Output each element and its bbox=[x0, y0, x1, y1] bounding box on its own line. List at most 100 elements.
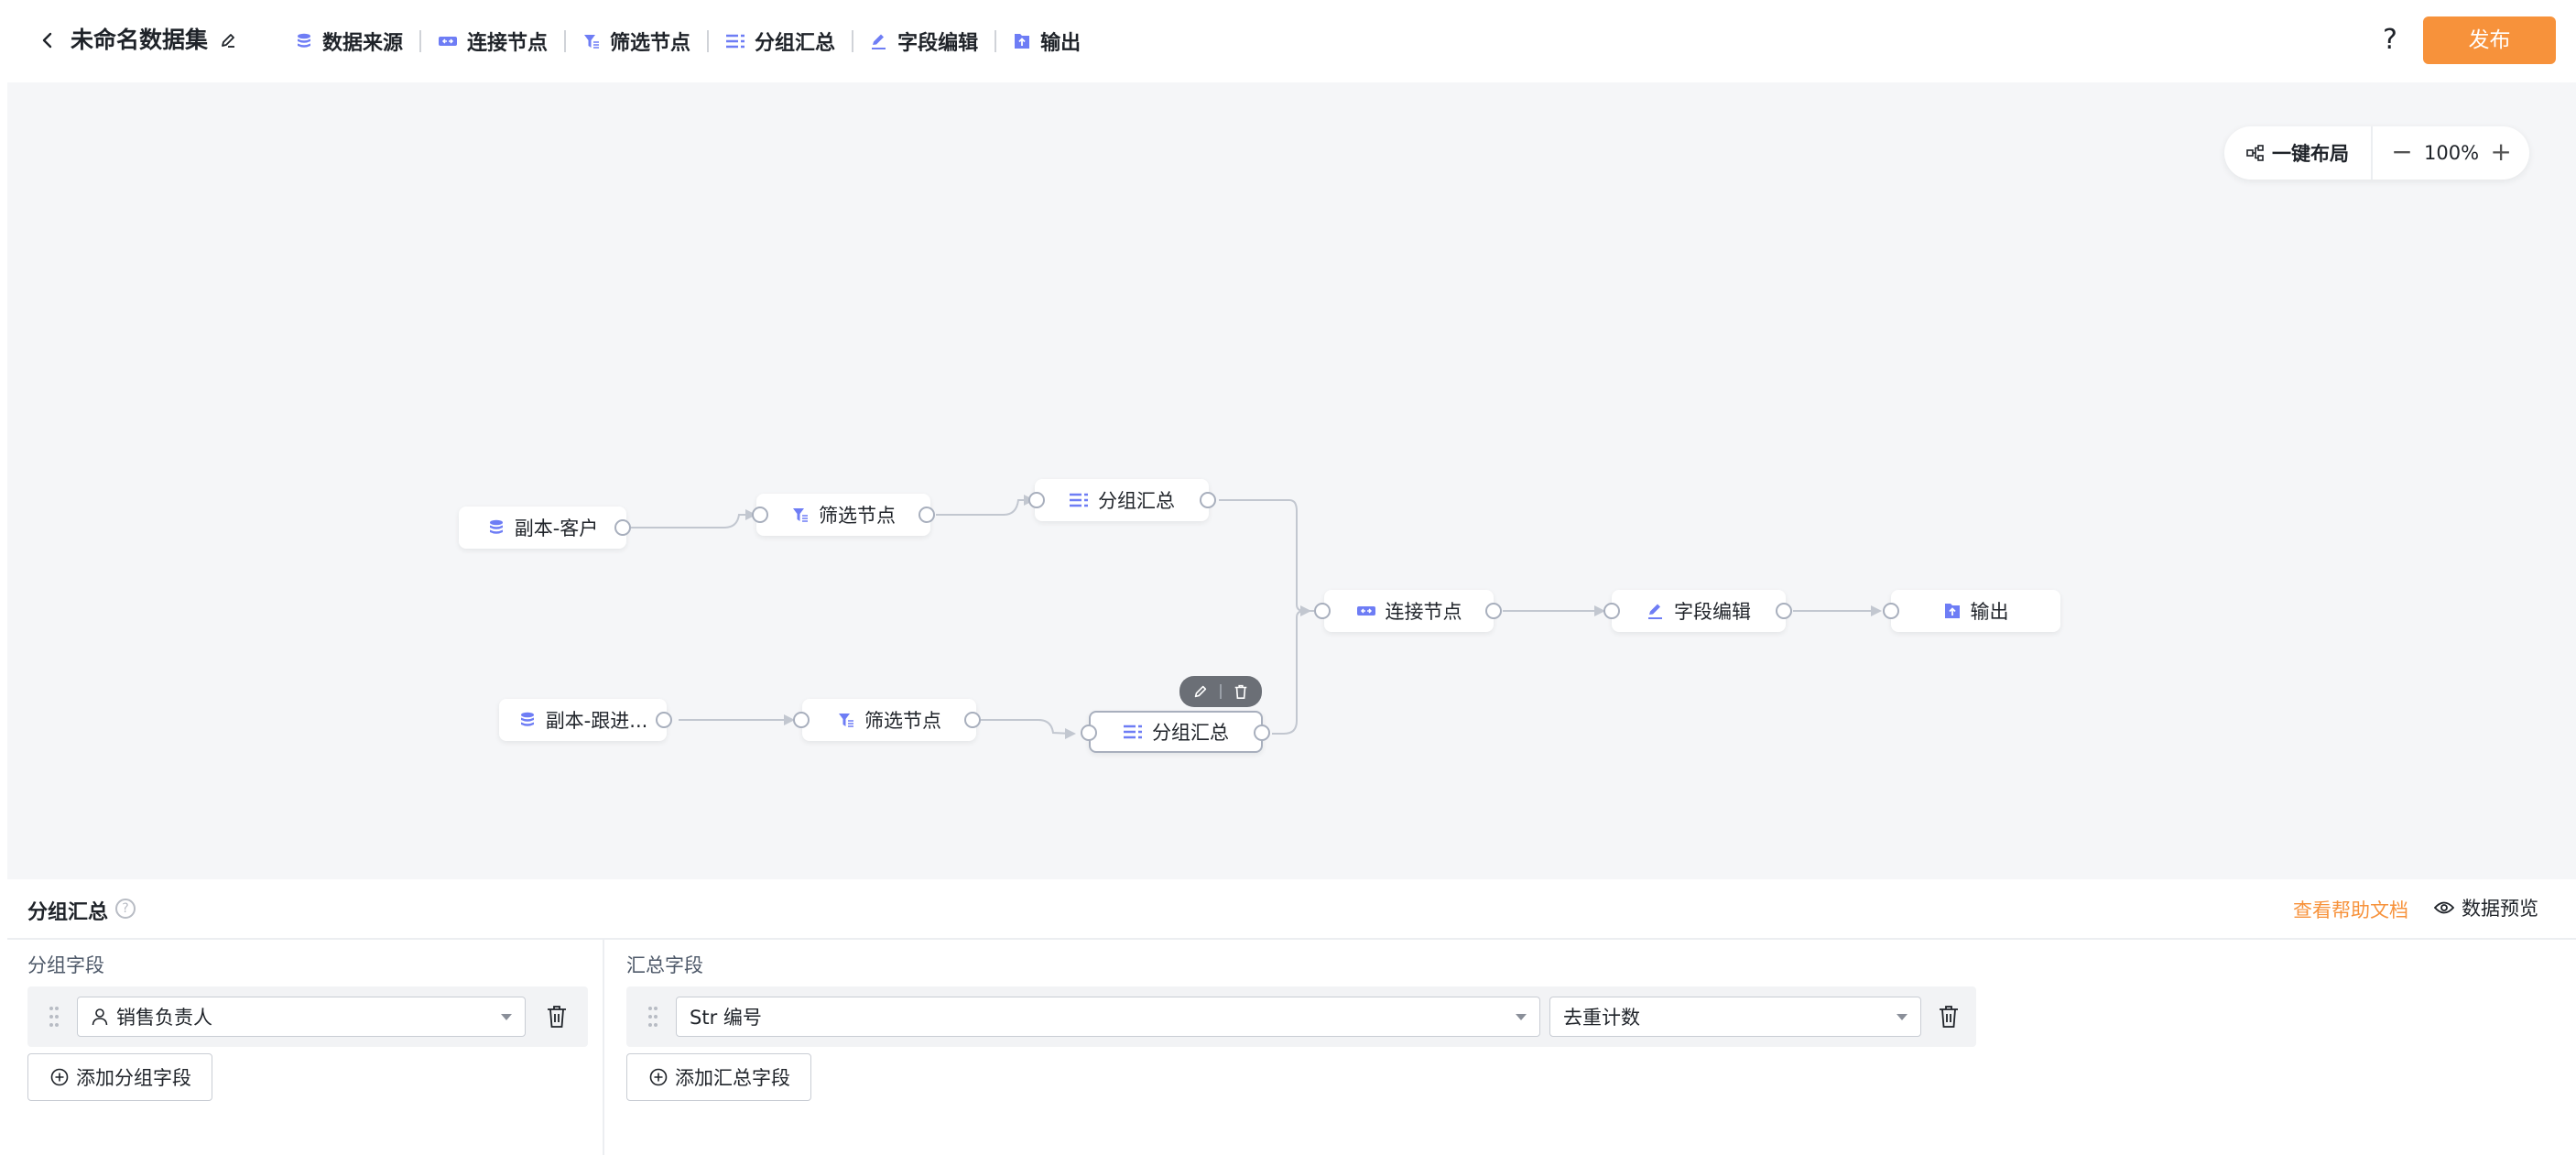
node-label: 副本-客户 bbox=[514, 518, 599, 539]
group-field-row: 销售负责人 bbox=[27, 986, 588, 1047]
node-label: 分组汇总 bbox=[1152, 722, 1229, 744]
node-label: 副本-跟进... bbox=[545, 710, 648, 732]
agg-field-select[interactable]: Str 编号 bbox=[676, 997, 1540, 1037]
node-label: 字段编辑 bbox=[1674, 601, 1751, 623]
input-port[interactable] bbox=[1028, 492, 1045, 508]
config-panel: 分组汇总 ? 查看帮助文档 数据预览 分组字段 销售负责人 添加分组字段 汇总字… bbox=[7, 879, 2576, 1155]
panel-divider bbox=[603, 940, 604, 1155]
node-label: 筛选节点 bbox=[864, 710, 941, 732]
action-divider bbox=[1220, 684, 1222, 699]
zoom-in-button[interactable]: + bbox=[2484, 136, 2517, 169]
toolbar-divider bbox=[564, 30, 567, 52]
layout-tree-icon bbox=[2246, 145, 2264, 161]
tool-group-summary[interactable]: 分组汇总 bbox=[714, 20, 846, 62]
input-port[interactable] bbox=[793, 712, 810, 728]
trash-icon[interactable] bbox=[546, 1005, 568, 1029]
output-port[interactable] bbox=[1200, 492, 1216, 508]
output-port[interactable] bbox=[1485, 603, 1502, 619]
group-field-value: 销售负责人 bbox=[116, 1007, 212, 1029]
filter-icon bbox=[584, 35, 600, 49]
output-port[interactable] bbox=[918, 507, 935, 523]
toolbar-divider bbox=[852, 30, 854, 52]
node-filter-2[interactable]: 筛选节点 bbox=[802, 699, 976, 741]
output-port[interactable] bbox=[614, 519, 631, 536]
node-join[interactable]: 连接节点 bbox=[1324, 590, 1494, 632]
agg-method-value: 去重计数 bbox=[1563, 1007, 1640, 1029]
output-port[interactable] bbox=[1776, 603, 1792, 619]
toolbar-divider bbox=[995, 30, 997, 52]
input-port[interactable] bbox=[1314, 603, 1331, 619]
edit-title-icon[interactable] bbox=[214, 27, 242, 54]
arrow-head bbox=[1300, 605, 1311, 616]
canvas-controls: 一键布局 − 100% + bbox=[2224, 126, 2529, 180]
toolbar-divider bbox=[419, 30, 422, 52]
tool-group-summary-label: 分组汇总 bbox=[755, 32, 836, 55]
database-icon bbox=[520, 712, 534, 726]
help-doc-link[interactable]: 查看帮助文档 bbox=[2293, 896, 2408, 923]
node-group-summary-2[interactable]: 分组汇总 bbox=[1089, 711, 1263, 753]
input-port[interactable] bbox=[1603, 603, 1620, 619]
user-icon bbox=[92, 1008, 108, 1026]
auto-layout-button[interactable]: 一键布局 bbox=[2224, 126, 2373, 180]
tool-field-edit-label: 字段编辑 bbox=[897, 32, 979, 55]
chevron-down-icon bbox=[501, 1014, 512, 1020]
input-port[interactable] bbox=[1081, 725, 1097, 741]
delete-node-icon[interactable] bbox=[1227, 678, 1255, 705]
tool-data-source-label: 数据来源 bbox=[322, 32, 404, 55]
node-label: 筛选节点 bbox=[819, 505, 896, 527]
data-preview-button[interactable]: 数据预览 bbox=[2434, 894, 2538, 921]
output-port[interactable] bbox=[656, 712, 672, 728]
zoom-out-button[interactable]: − bbox=[2386, 136, 2418, 169]
edit-node-icon[interactable] bbox=[1187, 678, 1214, 705]
drag-handle-icon[interactable] bbox=[647, 1005, 659, 1029]
tool-field-edit[interactable]: 字段编辑 bbox=[859, 20, 989, 62]
drag-handle-icon[interactable] bbox=[48, 1005, 60, 1029]
output-icon bbox=[1944, 604, 1960, 618]
group-field-label: 分组字段 bbox=[27, 954, 104, 976]
tool-filter-node-label: 筛选节点 bbox=[610, 32, 691, 55]
node-source-followup[interactable]: 副本-跟进... bbox=[499, 699, 667, 741]
input-port[interactable] bbox=[1883, 603, 1899, 619]
back-arrow-icon[interactable] bbox=[31, 24, 64, 57]
agg-method-select[interactable]: 去重计数 bbox=[1549, 997, 1921, 1037]
join-icon bbox=[1356, 606, 1375, 616]
publish-button[interactable]: 发布 bbox=[2423, 16, 2556, 64]
output-port[interactable] bbox=[1254, 725, 1270, 741]
add-agg-field-label: 添加汇总字段 bbox=[675, 1067, 790, 1089]
group-field-select[interactable]: 销售负责人 bbox=[77, 997, 526, 1037]
node-filter-1[interactable]: 筛选节点 bbox=[756, 494, 930, 536]
input-port[interactable] bbox=[752, 507, 768, 523]
question-icon[interactable]: ? bbox=[115, 899, 136, 919]
zoom-level: 100% bbox=[2424, 142, 2480, 164]
add-group-field-label: 添加分组字段 bbox=[76, 1067, 191, 1089]
agg-field-label: 汇总字段 bbox=[626, 954, 703, 976]
node-source-customer[interactable]: 副本-客户 bbox=[459, 507, 626, 549]
tool-output[interactable]: 输出 bbox=[1002, 20, 1092, 62]
arrow-head bbox=[1065, 728, 1076, 739]
node-action-bar bbox=[1179, 676, 1262, 707]
flow-canvas[interactable]: 副本-客户 筛选节点 分组汇总 副本-跟进... 筛选节点 分组汇总 连接节点 bbox=[7, 82, 2576, 962]
group-list-icon bbox=[1124, 725, 1142, 739]
edge-filter2-group2 bbox=[981, 719, 1073, 735]
tool-data-source[interactable]: 数据来源 bbox=[284, 20, 414, 62]
node-field-edit[interactable]: 字段编辑 bbox=[1612, 590, 1786, 632]
pencil-icon bbox=[872, 34, 886, 49]
help-button[interactable]: ? bbox=[2372, 22, 2408, 59]
add-agg-field-button[interactable]: 添加汇总字段 bbox=[626, 1053, 811, 1101]
tool-filter-node[interactable]: 筛选节点 bbox=[571, 20, 701, 62]
tool-join-node[interactable]: 连接节点 bbox=[427, 20, 559, 62]
panel-title: 分组汇总 bbox=[27, 901, 109, 924]
edge-group1-join bbox=[1219, 499, 1314, 612]
node-group-summary-1[interactable]: 分组汇总 bbox=[1035, 479, 1209, 521]
filter-icon bbox=[793, 508, 808, 522]
edge-src1-filter1 bbox=[631, 514, 746, 528]
pencil-icon bbox=[1648, 604, 1662, 619]
add-group-field-button[interactable]: 添加分组字段 bbox=[27, 1053, 212, 1101]
dataset-title: 未命名数据集 bbox=[71, 27, 209, 53]
edge-layer bbox=[631, 495, 1882, 739]
node-output[interactable]: 输出 bbox=[1891, 590, 2060, 632]
output-port[interactable] bbox=[964, 712, 981, 728]
node-label: 分组汇总 bbox=[1098, 490, 1175, 512]
trash-icon[interactable] bbox=[1938, 1005, 1960, 1029]
auto-layout-label: 一键布局 bbox=[2272, 143, 2349, 165]
